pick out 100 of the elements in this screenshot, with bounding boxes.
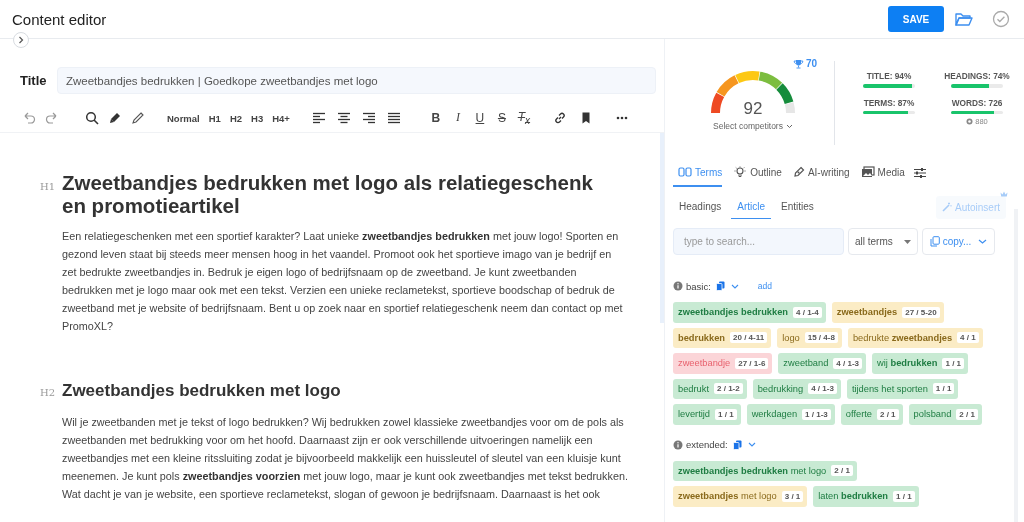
term-count: 2 / 1-2 [714, 383, 743, 395]
term-text: bedrukking [757, 383, 804, 394]
term-tag[interactable]: wij bedrukken 1 / 1 [872, 353, 969, 374]
metric-label: TITLE: 94% [866, 71, 912, 81]
metric-label: HEADINGS: 74% [944, 71, 1010, 81]
check-circle-icon[interactable] [992, 10, 1010, 28]
term-text: zweetbandjes bedrukken met logo [678, 465, 827, 476]
expand-toggle[interactable] [13, 32, 29, 48]
pencil-icon[interactable] [131, 111, 145, 125]
heading-text: Zweetbandjes bedrukken met logo [62, 381, 341, 401]
images-icon [860, 166, 875, 178]
target-score: 70 [805, 58, 817, 69]
panel-tab[interactable]: Outline [728, 159, 782, 187]
term-tag[interactable]: offerte 2 / 1 [840, 404, 903, 425]
copy-icon[interactable] [732, 439, 742, 450]
bold-button[interactable]: B [428, 111, 443, 125]
save-button[interactable]: SAVE [888, 6, 944, 32]
term-tag[interactable]: bedrukt 2 / 1-2 [673, 378, 747, 399]
undo-icon[interactable] [22, 111, 36, 125]
term-tag[interactable]: laten bedrukken 1 / 1 [813, 486, 919, 507]
sliders-icon[interactable] [912, 167, 927, 179]
term-tag[interactable]: zweetbandjes bedrukken met logo 2 / 1 [673, 460, 857, 481]
copy-icon [929, 236, 940, 247]
term-count: 4 / 1-3 [808, 383, 837, 395]
competitors-dropdown[interactable]: Select competitors [713, 121, 793, 131]
chevron-down-icon[interactable] [730, 283, 739, 289]
folder-icon[interactable] [954, 11, 974, 27]
terms-filter-dropdown[interactable]: all terms [848, 228, 918, 255]
caret-icon [904, 239, 911, 244]
heading-style-button[interactable]: H3 [251, 112, 264, 124]
term-text: zweetbandjes bedrukken [678, 307, 789, 318]
term-tag[interactable]: levertijd 1 / 1 [673, 404, 741, 425]
heading-style-button[interactable]: H4+ [272, 112, 290, 124]
term-text: bedrukken [678, 332, 725, 343]
term-text: bedrukte zweetbandjes [852, 332, 953, 343]
chevron-down-icon [978, 239, 988, 244]
term-tag[interactable]: zweetbandjes bedrukken 4 / 1-4 [673, 302, 826, 323]
heading-style-button[interactable]: H1 [208, 112, 221, 124]
term-text: offerte [845, 409, 872, 420]
group-label: basic: [686, 280, 711, 292]
title-field[interactable]: Zweetbandjes bedrukken | Goedkope zweetbandjes met logo [57, 67, 656, 94]
term-tag[interactable]: zweetbandje 27 / 1-6 [673, 353, 773, 374]
panel-tab[interactable]: AI-writing [787, 159, 850, 187]
term-count: 4 / 1-4 [793, 306, 822, 318]
term-count: 27 / 5-20 [902, 306, 940, 318]
pen-nib-icon [792, 166, 805, 178]
copy-icon[interactable] [715, 281, 725, 291]
heading-level-label: H1 [40, 180, 57, 194]
add-link[interactable]: add [757, 281, 772, 291]
metric-label: TERMS: 87% [863, 97, 915, 108]
align-justify-icon[interactable] [386, 111, 401, 125]
term-count: 4 / 1 [957, 332, 979, 344]
term-tag[interactable]: bedrukte zweetbandjes 4 / 1 [847, 327, 983, 348]
strikethrough-button[interactable]: S [494, 111, 509, 125]
sub-tab[interactable]: Entities [775, 195, 820, 219]
heading-level-label: H2 [40, 386, 57, 400]
align-right-icon[interactable] [361, 111, 376, 125]
term-tag[interactable]: bedrukken 20 / 4-11 [673, 327, 772, 348]
align-center-icon[interactable] [336, 111, 351, 125]
term-text: logo [782, 332, 800, 343]
term-tag[interactable]: bedrukking 4 / 1-3 [752, 378, 841, 399]
term-tag[interactable]: zweetbandjes met logo 3 / 1 [673, 486, 808, 507]
marker-icon[interactable] [108, 111, 122, 125]
paragraph: Een relatiegeschenken met een sportief karakter? Laat unieke zweetbandjes bedrukken met jouw logo! Sporten en gezond leven staat bij steeds meer mensen hoog in het vaandel. Promoot ook het sportieve imago van je bedrijf en zet bedrukte zweetbandjes in. Bedruk je eigen logo of bedrijfsnaam op de zweetband. Je kunt zweetbanden bedrukken met je logo maar ook met een tekst. Verzien een unieke reclametekst, sportieve boodschap of bedruk de zweetband met je website of bedrijfsnaam. Bent u op zoek naar en sportief relatiegeschenk neem dan contact op met PromoXL? [62, 229, 624, 334]
heading-style-button[interactable]: H2 [229, 112, 243, 124]
title-label: Title [20, 73, 45, 88]
link-icon[interactable] [552, 111, 567, 125]
sub-tab[interactable]: Headings [673, 195, 728, 219]
term-count: 2 / 1 [831, 465, 853, 477]
term-tag[interactable]: logo 15 / 4-8 [777, 327, 842, 348]
term-text: levertijd [678, 409, 711, 420]
term-tag[interactable]: werkdagen 1 / 1-3 [746, 404, 835, 425]
group-label: extended: [686, 439, 728, 450]
term-tag[interactable]: zweetbandjes 27 / 5-20 [831, 302, 944, 323]
panel-tab[interactable]: Terms [673, 159, 723, 187]
term-text: wij bedrukken [877, 358, 938, 369]
search-icon[interactable] [85, 111, 99, 125]
term-text: bedrukt [678, 383, 709, 394]
term-tag[interactable]: zweetband 4 / 1-3 [778, 353, 866, 374]
term-tag[interactable]: tijdens het sporten 1 / 1 [846, 378, 959, 399]
term-text: zweetbandjes [836, 307, 898, 318]
term-tag[interactable]: polsband 2 / 1 [908, 404, 982, 425]
copy-dropdown[interactable]: copy... [922, 228, 995, 255]
term-count: 3 / 1 [781, 490, 804, 502]
term-text: zweetbandjes met logo [678, 491, 777, 502]
redo-icon[interactable] [45, 111, 59, 125]
underline-button[interactable]: U [472, 111, 487, 125]
term-count: 2 / 1 [956, 408, 978, 420]
term-count: 2 / 1 [877, 408, 899, 420]
chevron-down-icon [785, 123, 793, 129]
panel-tab[interactable]: Media [855, 159, 905, 187]
italic-button[interactable]: I [450, 110, 465, 126]
page-title: Content editor [12, 10, 108, 28]
heading-style-button[interactable]: Normal [167, 112, 200, 124]
align-left-icon[interactable] [311, 111, 326, 125]
term-text: laten bedrukken [818, 491, 889, 502]
term-text: polsband [913, 409, 952, 420]
chevron-down-icon[interactable] [747, 442, 756, 447]
info-icon [673, 281, 683, 291]
search-field[interactable]: type to search... [673, 228, 844, 255]
